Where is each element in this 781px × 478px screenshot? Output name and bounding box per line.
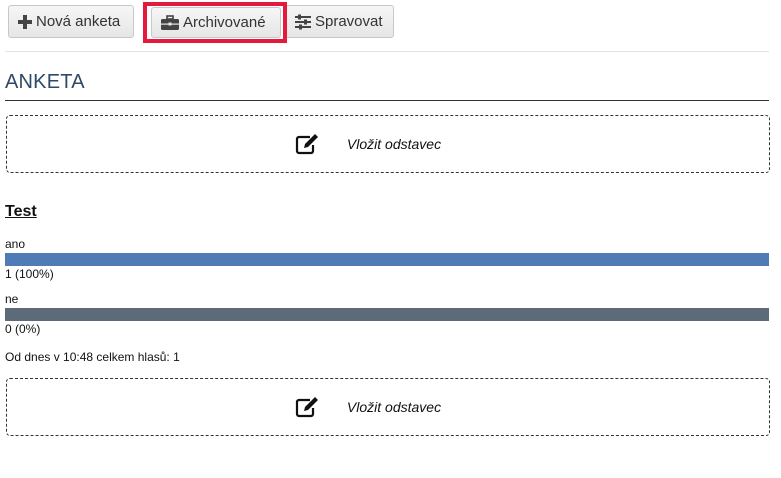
new-poll-label: Nová anketa <box>36 13 121 30</box>
option-label-ano: ano <box>5 237 26 251</box>
option-label-ne: ne <box>5 292 19 306</box>
archived-label: Archivované <box>183 14 266 31</box>
section-title: ANKETA <box>5 71 85 93</box>
insert-paragraph-label: Vložit odstavec <box>346 136 442 152</box>
title-divider <box>5 100 769 101</box>
new-poll-button[interactable]: Nová anketa <box>8 5 134 38</box>
option-result-ano: 1 (100%) <box>5 267 54 281</box>
edit-icon <box>295 133 321 155</box>
divider <box>5 51 769 52</box>
option-result-ne: 0 (0%) <box>5 322 41 336</box>
insert-paragraph-top[interactable]: Vložit odstavec <box>6 115 770 173</box>
insert-paragraph-label: Vložit odstavec <box>346 399 442 415</box>
page: Nová anketa Archivované Spravovat ANKETA… <box>0 0 781 478</box>
insert-paragraph-bottom[interactable]: Vložit odstavec <box>6 378 770 436</box>
sliders-icon <box>294 14 312 30</box>
edit-icon <box>295 396 321 418</box>
briefcase-icon <box>160 14 180 31</box>
archived-button[interactable]: Archivované <box>151 7 281 38</box>
plus-icon <box>17 14 33 30</box>
result-bar-fill <box>5 253 769 266</box>
result-bar-ne <box>5 308 769 321</box>
manage-button[interactable]: Spravovat <box>285 5 394 38</box>
manage-label: Spravovat <box>315 13 383 30</box>
poll-summary: Od dnes v 10:48 celkem hlasů: 1 <box>5 350 180 364</box>
result-bar-ano <box>5 253 769 266</box>
result-bar-fill <box>5 308 769 321</box>
poll-title: Test <box>5 203 37 220</box>
